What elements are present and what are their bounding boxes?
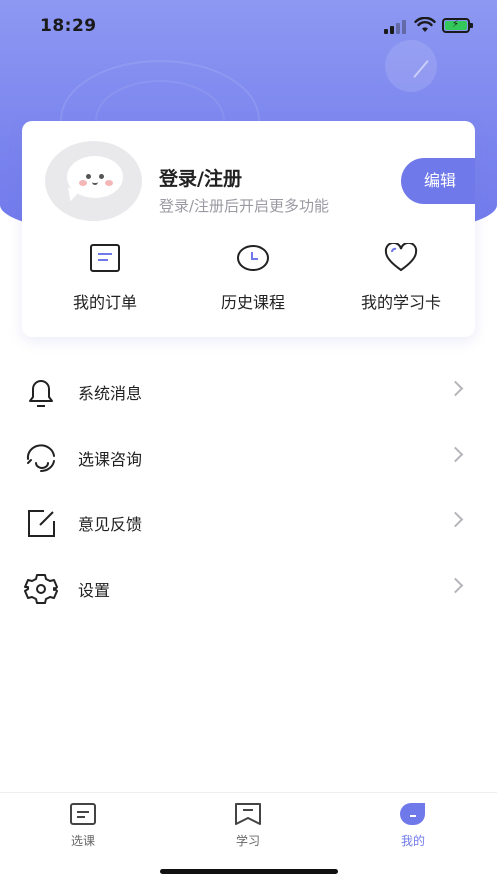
tab-courses[interactable]: 选课 [33, 802, 133, 852]
login-register-title[interactable]: 登录/注册 [159, 164, 242, 191]
settings-menu: 系统消息 选课咨询 意见反馈 设置 [0, 358, 497, 620]
profile-card: 登录/注册 登录/注册后开启更多功能 编辑 我的订单 历史课程 我的学习卡 [22, 121, 475, 337]
chevron-right-icon [447, 380, 464, 397]
quick-link-label: 我的订单 [72, 293, 137, 312]
feedback-icon [28, 510, 55, 537]
chevron-right-icon [447, 511, 464, 528]
quick-link-orders[interactable]: 我的订单 [40, 243, 170, 313]
quick-link-label: 我的学习卡 [360, 293, 441, 312]
quick-link-study-card[interactable]: 我的学习卡 [336, 243, 466, 313]
cellular-signal-icon [384, 20, 406, 34]
login-register-subtitle: 登录/注册后开启更多功能 [159, 197, 330, 215]
tab-label: 学习 [235, 834, 260, 848]
menu-item-settings[interactable]: 设置 [0, 555, 497, 621]
menu-item-label: 选课咨询 [78, 449, 143, 469]
headset-icon [26, 443, 55, 472]
avatar[interactable] [45, 141, 142, 221]
quick-link-history[interactable]: 历史课程 [188, 243, 318, 313]
tab-mine[interactable]: 我的 [363, 802, 463, 852]
heart-icon [384, 243, 418, 272]
wifi-icon [414, 17, 436, 32]
tab-study[interactable]: 学习 [198, 802, 298, 852]
order-icon [90, 244, 120, 272]
course-list-icon [70, 803, 96, 825]
status-time: 18:29 [40, 16, 97, 36]
study-icon [235, 803, 261, 825]
tab-label: 我的 [400, 834, 425, 848]
bell-icon [29, 380, 53, 407]
quick-link-label: 历史课程 [220, 293, 285, 312]
gear-icon [24, 573, 58, 604]
menu-item-course-consult[interactable]: 选课咨询 [0, 424, 497, 490]
chevron-right-icon [447, 446, 464, 462]
menu-item-label: 意见反馈 [78, 515, 143, 534]
edit-button[interactable]: 编辑 [401, 158, 475, 204]
menu-item-label: 系统消息 [78, 384, 143, 403]
chevron-right-icon [447, 577, 464, 593]
profile-icon [400, 803, 425, 825]
menu-item-label: 设置 [78, 580, 111, 600]
battery-icon: ⚡ [442, 18, 473, 33]
status-bar: 18:29 ⚡ [0, 0, 497, 50]
tab-label: 选课 [70, 834, 95, 848]
menu-item-feedback[interactable]: 意见反馈 [0, 489, 497, 555]
home-indicator[interactable] [160, 869, 338, 874]
menu-item-system-messages[interactable]: 系统消息 [0, 358, 497, 424]
clock-icon [237, 245, 269, 271]
